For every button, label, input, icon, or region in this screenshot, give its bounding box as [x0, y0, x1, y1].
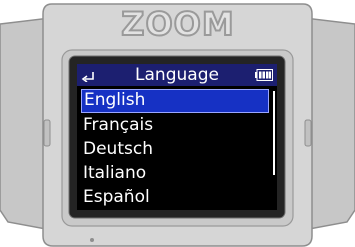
back-arrow-icon[interactable] — [81, 68, 95, 82]
battery-full-icon — [255, 69, 273, 81]
recorder-device: ZOOM Language English Français Deutsch I… — [0, 0, 355, 247]
screen-title: Language — [135, 65, 219, 85]
title-bar: Language — [77, 64, 277, 86]
language-item-deutsch[interactable]: Deutsch — [81, 137, 269, 161]
brand-logo: ZOOM — [120, 5, 235, 43]
language-item-english[interactable]: English — [81, 89, 269, 113]
lcd-screen: Language English Français Deutsch Italia… — [77, 64, 277, 210]
language-item-francais[interactable]: Français — [81, 113, 269, 137]
language-item-italiano[interactable]: Italiano — [81, 161, 269, 185]
language-list: English Français Deutsch Italiano Españo… — [77, 87, 277, 210]
language-item-espanol[interactable]: Español — [81, 185, 269, 209]
scrollbar[interactable] — [273, 91, 275, 175]
